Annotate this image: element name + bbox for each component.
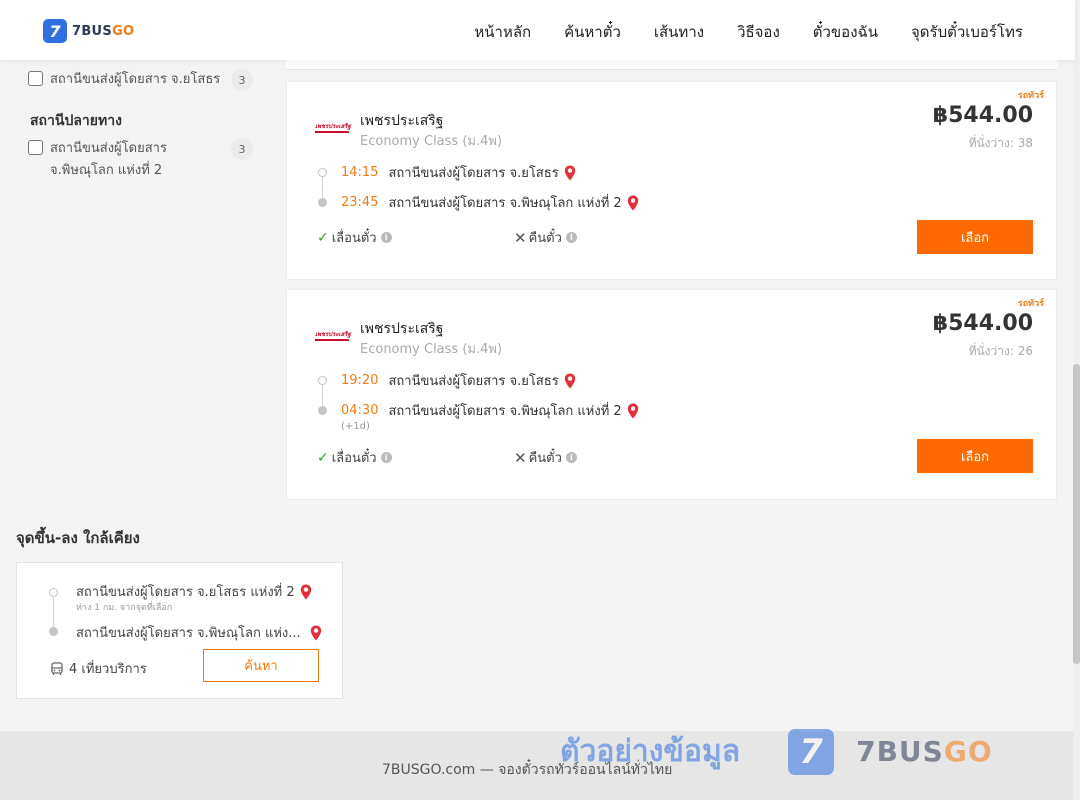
check-icon: ✓ [317, 229, 329, 246]
previous-trip-card-edge [286, 60, 1057, 70]
top-header: 7 7BUSGO หน้าหลัก ค้นหาตั๋ว เส้นทาง วิธี… [0, 0, 1075, 60]
info-icon[interactable]: i [565, 232, 577, 243]
arrival-stop: สถานีขนส่งผู้โดยสาร จ.พิษณุโลก แห่งที่ 2 [388, 196, 622, 211]
operator-logo: เพชรประเสริฐ [315, 121, 351, 135]
timeline-line [53, 597, 54, 627]
operator-name: เพชรประเสริฐ [360, 321, 444, 337]
policy-label: คืนตั๋ว [528, 231, 562, 246]
stop-name: สถานีขนส่งผู้โดยสาร จ.พิษณุโลก แห่ง... [76, 626, 301, 641]
distance-note: ห่าง 1 กม. จากจุดที่เลือก [76, 603, 173, 613]
timeline-start-dot [318, 168, 327, 177]
departure-time: 14:15 [341, 165, 379, 180]
nav-item-my-tickets[interactable]: ตั๋วของฉัน [813, 20, 878, 44]
arrival-row: 23:45 สถานีขนส่งผู้โดยสาร จ.พิษณุโลก แห่… [341, 192, 639, 213]
map-pin-icon[interactable] [627, 403, 639, 419]
operator-name: เพชรประเสริฐ [360, 113, 444, 129]
seats-available: ที่นั่งว่าง: 38 [968, 136, 1033, 150]
nav-item-search-ticket[interactable]: ค้นหาตั๋ว [564, 20, 621, 44]
timeline-line [322, 385, 323, 407]
nearby-from-stop: สถานีขนส่งผู้โดยสาร จ.ยโสธร แห่งที่ 2 [76, 581, 312, 602]
x-icon: ✕ [514, 448, 527, 467]
origin-checkbox[interactable] [28, 71, 43, 86]
nav-item-how-to-book[interactable]: วิธีจอง [737, 20, 780, 44]
arrival-stop: สถานีขนส่งผู้โดยสาร จ.พิษณุโลก แห่งที่ 2 [388, 404, 622, 419]
trip-card: รถทัวร์ เพชรประเสริฐ เพชรประเสริฐ Econom… [286, 289, 1057, 500]
nearby-section-title: จุดขึ้น-ลง ใกล้เคียง [16, 529, 140, 547]
next-day-note: (+1d) [341, 421, 370, 432]
timeline-start-dot [318, 376, 327, 385]
refund-ticket-policy: ✕ คืนตั๋ว i [514, 227, 577, 248]
info-icon[interactable]: i [380, 452, 392, 463]
filter-option-label: สถานีขนส่งผู้โดยสาร จ.ยโสธร [50, 72, 221, 87]
change-ticket-policy: ✓ เลื่อนตั๋ว i [317, 227, 392, 248]
timeline-end-dot [49, 627, 58, 636]
filter-option-label: สถานีขนส่งผู้โดยสาร จ.พิษณุโลก แห่งที่ 2 [50, 141, 167, 178]
page-footer: 7BUSGO.com — จองตั๋วรถทัวร์ออนไลน์ทั่วไท… [0, 731, 1073, 800]
policy-label: เลื่อนตั๋ว [331, 231, 377, 246]
arrival-time: 04:30 [341, 403, 379, 418]
info-icon[interactable]: i [565, 452, 577, 463]
change-ticket-policy: ✓ เลื่อนตั๋ว i [317, 447, 392, 468]
filter-destination-option[interactable]: สถานีขนส่งผู้โดยสาร จ.พิษณุโลก แห่งที่ 2… [28, 138, 258, 182]
bus-class: Economy Class (ม.4พ) [360, 342, 503, 357]
bus-type-badge: รถทัวร์ [1017, 299, 1044, 309]
timeline-line [322, 177, 323, 199]
ticket-price: ฿544.00 [932, 311, 1033, 336]
filter-count-badge: 3 [231, 69, 253, 91]
x-icon: ✕ [514, 228, 527, 247]
site-logo[interactable]: 7 7BUSGO [43, 19, 134, 43]
select-trip-button[interactable]: เลือก [917, 220, 1033, 254]
nav-item-routes[interactable]: เส้นทาง [654, 20, 704, 44]
ticket-price: ฿544.00 [932, 103, 1033, 128]
arrival-row: 04:30 สถานีขนส่งผู้โดยสาร จ.พิษณุโลก แห่… [341, 400, 639, 421]
map-pin-icon[interactable] [564, 165, 576, 181]
destination-filter-title: สถานีปลายทาง [30, 113, 122, 129]
departure-row: 14:15 สถานีขนส่งผู้โดยสาร จ.ยโสธร [341, 162, 576, 183]
timeline-end-dot [318, 198, 327, 207]
footer-text: 7BUSGO.com — จองตั๋วรถทัวร์ออนไลน์ทั่วไท… [382, 762, 673, 778]
select-trip-button[interactable]: เลือก [917, 439, 1033, 473]
filter-count-badge: 3 [231, 138, 253, 160]
map-pin-icon[interactable] [300, 584, 312, 600]
policy-label: เลื่อนตั๋ว [331, 451, 377, 466]
arrival-time: 23:45 [341, 195, 379, 210]
departure-time: 19:20 [341, 373, 379, 388]
destination-checkbox[interactable] [28, 140, 43, 155]
refund-ticket-policy: ✕ คืนตั๋ว i [514, 447, 577, 468]
nearby-to-stop: สถานีขนส่งผู้โดยสาร จ.พิษณุโลก แห่ง... [76, 622, 322, 643]
scrollbar-thumb[interactable] [1073, 364, 1080, 664]
nav-item-pickup-points[interactable]: จุดรับตั๋วเบอร์โทร [911, 20, 1023, 44]
bus-icon [51, 661, 63, 675]
trip-count-label: 4 เที่ยวบริการ [69, 662, 147, 677]
timeline-end-dot [318, 406, 327, 415]
filter-origin-option[interactable]: สถานีขนส่งผู้โดยสาร จ.ยโสธร 3 [28, 69, 258, 91]
nearby-search-button[interactable]: ค้นหา [203, 649, 319, 682]
map-pin-icon[interactable] [310, 625, 322, 641]
map-pin-icon[interactable] [627, 195, 639, 211]
trip-count: 4 เที่ยวบริการ [50, 658, 147, 679]
info-icon[interactable]: i [380, 232, 392, 243]
logo-badge-icon: 7 [43, 19, 67, 43]
nearby-route-card: สถานีขนส่งผู้โดยสาร จ.ยโสธร แห่งที่ 2 ห่… [16, 562, 343, 699]
timeline-start-dot [49, 588, 58, 597]
main-nav: หน้าหลัก ค้นหาตั๋ว เส้นทาง วิธีจอง ตั๋วข… [474, 20, 1023, 44]
policy-label: คืนตั๋ว [528, 451, 562, 466]
bus-type-badge: รถทัวร์ [1017, 91, 1044, 101]
check-icon: ✓ [317, 449, 329, 466]
departure-stop: สถานีขนส่งผู้โดยสาร จ.ยโสธร [388, 166, 559, 181]
filter-sidebar: สถานีขนส่งผู้โดยสาร จ.ยโสธร 3 สถานีปลายท… [28, 60, 258, 182]
nav-item-home[interactable]: หน้าหลัก [474, 20, 531, 44]
operator-logo: เพชรประเสริฐ [315, 329, 351, 343]
bus-class: Economy Class (ม.4พ) [360, 134, 503, 149]
map-pin-icon[interactable] [564, 373, 576, 389]
stop-name: สถานีขนส่งผู้โดยสาร จ.ยโสธร แห่งที่ 2 [76, 585, 295, 600]
departure-stop: สถานีขนส่งผู้โดยสาร จ.ยโสธร [388, 374, 559, 389]
trip-card: รถทัวร์ เพชรประเสริฐ เพชรประเสริฐ Econom… [286, 81, 1057, 280]
departure-row: 19:20 สถานีขนส่งผู้โดยสาร จ.ยโสธร [341, 370, 576, 391]
seats-available: ที่นั่งว่าง: 26 [968, 344, 1033, 358]
logo-text: 7BUSGO [72, 23, 135, 39]
